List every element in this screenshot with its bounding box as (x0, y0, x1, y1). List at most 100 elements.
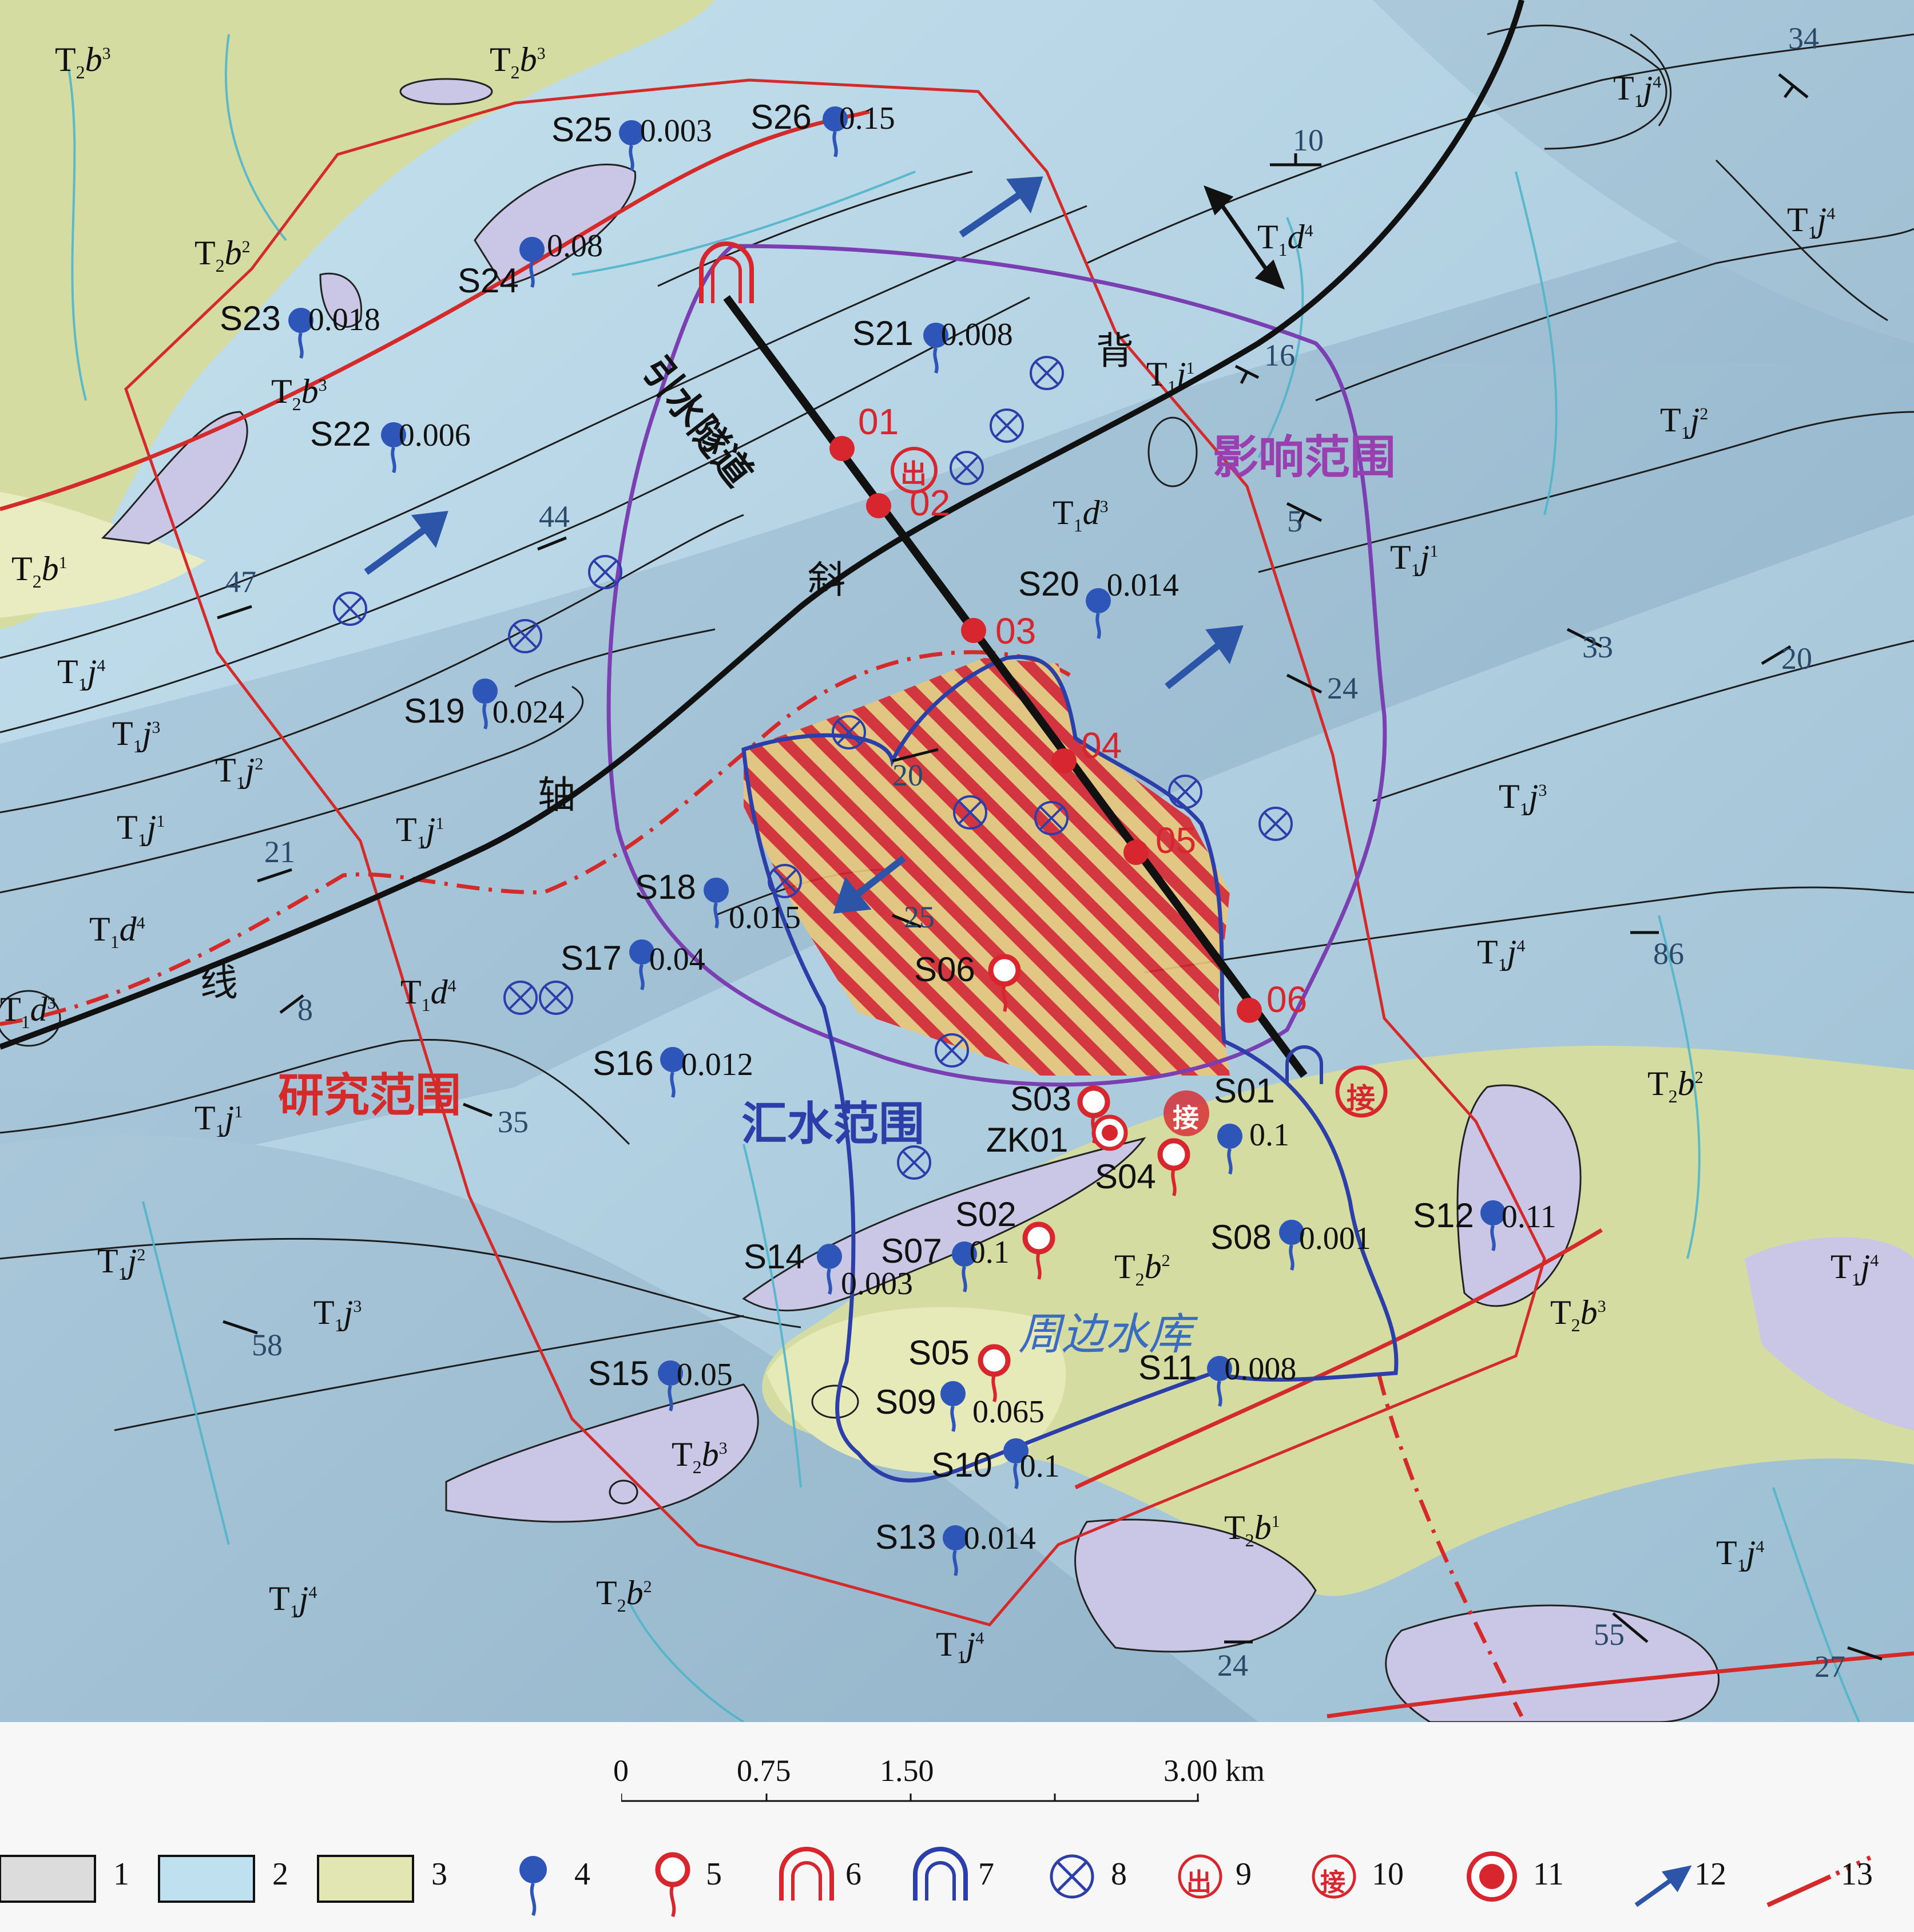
spring-label: S26 0.15 (750, 98, 895, 136)
legend-exit-char: 出 (1186, 1868, 1212, 1897)
dip-angle-label: 25 (904, 900, 935, 934)
dip-angle-label: 20 (892, 758, 923, 792)
tunnel-point-label: 05 (1155, 820, 1197, 861)
stratum-label: T2b3 (55, 41, 111, 82)
scale-tick-label: 0 (613, 1754, 629, 1788)
scale-tick-label: 1.50 (880, 1754, 934, 1788)
borehole-label: ZK01 (986, 1121, 1069, 1159)
legend-outlet-icon (779, 1847, 834, 1901)
stratum-label: T1j3 (313, 1294, 362, 1335)
anticline-char-1: 背 (1096, 329, 1134, 373)
stratum-label: T1d4 (400, 973, 456, 1015)
stratum-label: T1j4 (1716, 1534, 1765, 1576)
stratum-label: T2b2 (596, 1574, 652, 1616)
legend-item-label: 6 (845, 1856, 861, 1892)
geological-map: 研究范围 影响范围 汇水范围 周边水库 引水隧道 背 斜 轴 线 01 02 0… (0, 0, 1914, 1723)
stratum-label: T2b3 (490, 41, 546, 82)
spring-value: 0.1 (1249, 1117, 1289, 1153)
spring-label: S07 0.1 (881, 1232, 1010, 1270)
legend-item-label: 4 (574, 1856, 590, 1892)
spring-label: S01 (1214, 1072, 1275, 1110)
spring-label: S09 (875, 1383, 936, 1421)
tunnel-label: 引水隧道 (633, 348, 761, 495)
stratum-label: T2b1 (1224, 1509, 1280, 1550)
stratum-label: T2b3 (1550, 1294, 1606, 1335)
stratum-label: T2b3 (271, 372, 327, 414)
dry-point-label: S05 (908, 1334, 970, 1372)
spring-label: S13 0.014 (875, 1518, 1036, 1556)
tunnel-point-label: 03 (995, 610, 1037, 652)
dip-angle-label: 27 (1814, 1649, 1845, 1684)
legend-item-label: 5 (706, 1856, 722, 1892)
catchment-area-label: 汇水范围 (741, 1097, 924, 1151)
map-labels: 研究范围 影响范围 汇水范围 周边水库 引水隧道 背 斜 轴 线 01 02 0… (0, 0, 1914, 1722)
study-area-label: 研究范围 (278, 1069, 461, 1122)
dry-point-label: S04 (1095, 1157, 1156, 1196)
spring-label: S24 (458, 261, 519, 300)
stratum-label: T1j1 (117, 808, 165, 850)
dip-angle-label: 34 (1788, 21, 1819, 55)
spring-label: S12 0.11 (1413, 1196, 1556, 1235)
spring-label: S19 0.024 (404, 692, 565, 730)
dip-angle-label: 20 (1781, 641, 1812, 676)
dry-point-label: S03 (1010, 1080, 1071, 1118)
dip-angle-label: 8 (297, 993, 313, 1027)
spring-label: S25 0.003 (551, 110, 712, 149)
legend-item-label: 11 (1533, 1856, 1564, 1892)
spring-label: S10 0.1 (931, 1446, 1060, 1484)
legend-item-label: 12 (1694, 1856, 1726, 1892)
stratum-label: T1j3 (1499, 777, 1547, 819)
stratum-label: T1j2 (1660, 401, 1709, 443)
dip-angle-label: 24 (1327, 671, 1358, 705)
dip-angle-label: 10 (1293, 123, 1324, 157)
dry-point-label: S02 (955, 1195, 1016, 1233)
influence-area-label: 影响范围 (1213, 431, 1396, 484)
stratum-label: T1j2 (97, 1242, 146, 1284)
tunnel-point-label: 04 (1081, 725, 1122, 766)
spring-label: S08 0.001 (1210, 1218, 1371, 1256)
stratum-label: T1j1 (1390, 538, 1439, 580)
adit-exit-char: 出 (900, 458, 927, 489)
spring-label: S14 (744, 1237, 805, 1276)
stratum-label: T1d4 (89, 910, 145, 952)
spring-label: S17 0.04 (561, 939, 705, 977)
spring-label: S16 0.012 (593, 1044, 753, 1082)
stratum-label: T1j4 (1787, 201, 1836, 243)
adit-connect-char: 接 (1347, 1082, 1375, 1115)
stratum-label: T1j1 (1146, 355, 1195, 397)
dip-angle-label: 55 (1594, 1617, 1625, 1652)
legend-item-label: 10 (1372, 1856, 1404, 1892)
dip-angle-label: 35 (498, 1105, 529, 1139)
legend-inlet-icon (913, 1847, 968, 1901)
stratum-label: T2b2 (194, 234, 251, 276)
legend-item-label: 1 (113, 1856, 129, 1892)
legend-area: 0 0.75 1.50 3.00 km 出 接 1 2 3 4 5 6 7 8 … (0, 1722, 1914, 1932)
spring-label: S23 0.018 (220, 299, 380, 338)
adit-connect-char: 接 (1173, 1102, 1199, 1133)
stratum-label: T1d3 (0, 990, 56, 1032)
legend-connect-char: 接 (1320, 1868, 1345, 1897)
spring-label: S22 0.006 (310, 415, 471, 453)
stratum-label: T1j4 (269, 1580, 317, 1621)
anticline-char-3: 轴 (538, 773, 575, 817)
dry-point-label: S06 (914, 950, 975, 989)
spring-label: S11 0.008 (1138, 1348, 1297, 1387)
dip-angle-label: 44 (539, 499, 570, 534)
legend-item-label: 8 (1111, 1856, 1127, 1892)
legend-item-label: 9 (1236, 1856, 1252, 1892)
scale-tick-label: 0.75 (737, 1754, 791, 1788)
scale-bar: 0 0.75 1.50 3.00 km (613, 1722, 1265, 1802)
anticline-char-2: 斜 (808, 558, 845, 602)
stratum-label: T1j1 (194, 1099, 243, 1141)
spring-label: S18 (635, 868, 696, 906)
stratum-label: T2b2 (1114, 1248, 1170, 1290)
spring-value: 0.08 (547, 228, 603, 264)
dip-angle-label: 86 (1653, 937, 1684, 971)
dip-angle-label: 58 (252, 1328, 283, 1362)
stratum-label: T2b2 (1647, 1065, 1703, 1106)
dip-angle-label: 24 (1217, 1648, 1248, 1683)
legend-item-label: 7 (978, 1856, 994, 1892)
legend-item-label: 3 (431, 1856, 447, 1892)
stratum-label: T1j4 (936, 1625, 984, 1667)
dip-angle-label: 47 (225, 565, 256, 599)
